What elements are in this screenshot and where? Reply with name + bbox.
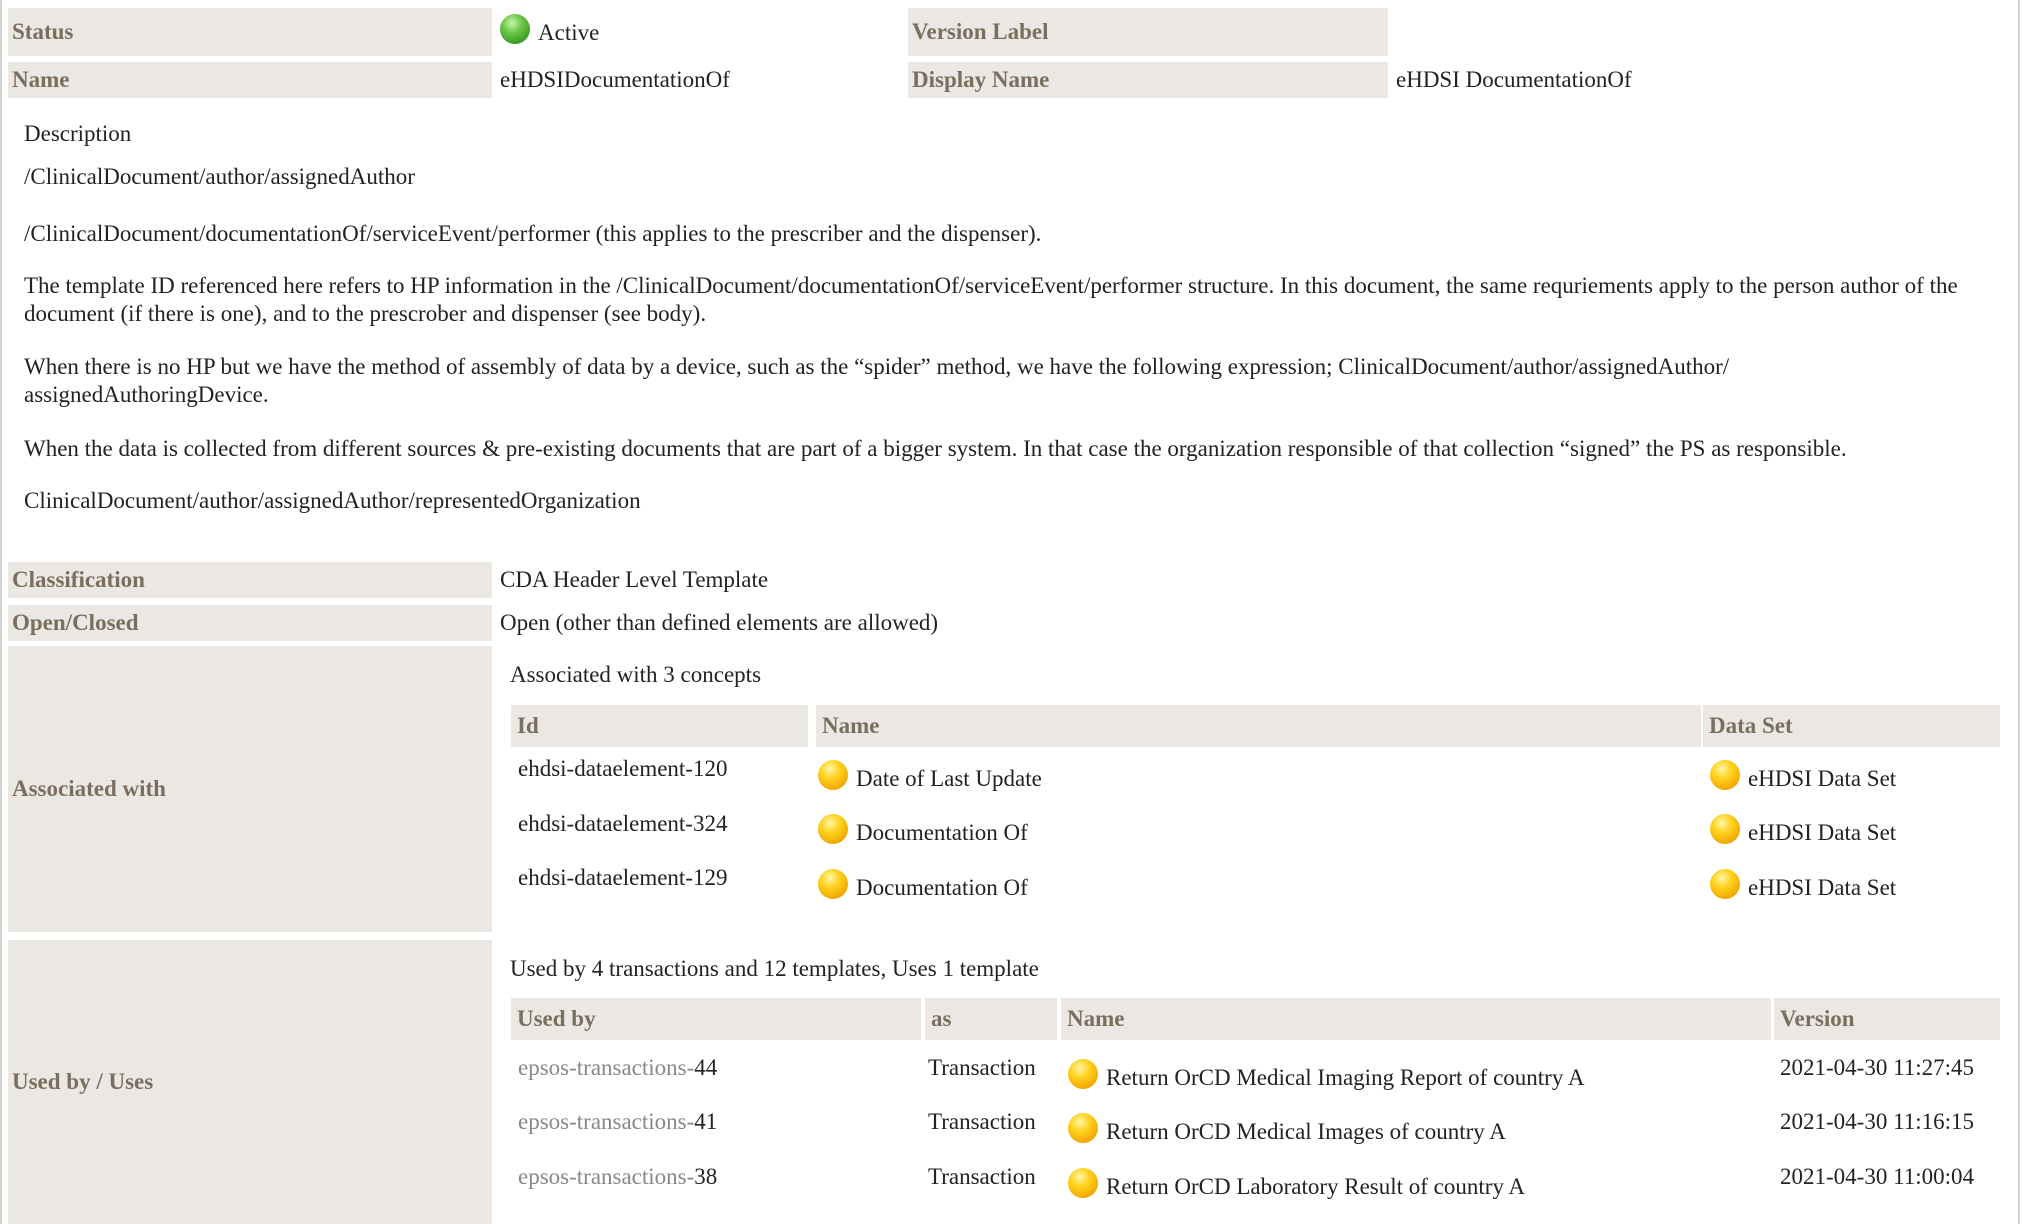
draft-status-icon bbox=[1710, 869, 1740, 899]
used-version: 2021-04-30 11:16:15 bbox=[1780, 1109, 1974, 1134]
name-label: Name bbox=[8, 62, 492, 98]
used-by-link[interactable]: epsos-transactions-41 bbox=[518, 1109, 717, 1135]
description-paragraph-2: /ClinicalDocument/documentationOf/servic… bbox=[24, 221, 1042, 246]
used-name[interactable]: Return OrCD Laboratory Result of country… bbox=[1068, 1168, 1525, 1200]
classification-value: CDA Header Level Template bbox=[500, 567, 769, 592]
used-col-name: Name bbox=[1061, 998, 1771, 1040]
used-col-used-by: Used by bbox=[511, 998, 921, 1040]
status-active-icon bbox=[500, 14, 530, 44]
draft-status-icon bbox=[818, 760, 848, 790]
status-value: Active bbox=[500, 14, 599, 46]
description-title: Description bbox=[24, 121, 132, 146]
assoc-name[interactable]: Documentation Of bbox=[818, 869, 1028, 901]
used-by-link[interactable]: epsos-transactions-38 bbox=[518, 1164, 717, 1190]
description-paragraph-6: ClinicalDocument/author/assignedAuthor/r… bbox=[24, 488, 641, 513]
used-version: 2021-04-30 11:00:04 bbox=[1780, 1164, 1974, 1189]
description-paragraph-4: When there is no HP but we have the meth… bbox=[24, 354, 1730, 407]
used-col-version: Version bbox=[1774, 998, 2000, 1040]
used-col-as: as bbox=[925, 998, 1057, 1040]
draft-status-icon bbox=[1068, 1113, 1098, 1143]
assoc-name[interactable]: Documentation Of bbox=[818, 814, 1028, 846]
draft-status-icon bbox=[1710, 760, 1740, 790]
assoc-col-id: Id bbox=[511, 705, 808, 747]
assoc-col-name: Name bbox=[812, 705, 1701, 747]
used-by-label: Used by / Uses bbox=[8, 940, 492, 1224]
display-name-value: eHDSI DocumentationOf bbox=[1396, 67, 1632, 92]
assoc-dataset[interactable]: eHDSI Data Set bbox=[1710, 814, 1896, 846]
assoc-id: ehdsi-dataelement-129 bbox=[518, 865, 728, 890]
description-paragraph-5: When the data is collected from differen… bbox=[24, 436, 1847, 461]
draft-status-icon bbox=[1068, 1168, 1098, 1198]
version-label: Version Label bbox=[908, 8, 1388, 56]
draft-status-icon bbox=[1710, 814, 1740, 844]
draft-status-icon bbox=[818, 869, 848, 899]
used-name[interactable]: Return OrCD Medical Imaging Report of co… bbox=[1068, 1059, 1584, 1091]
used-by-link[interactable]: epsos-transactions-44 bbox=[518, 1055, 717, 1081]
used-as: Transaction bbox=[928, 1109, 1036, 1134]
open-closed-label: Open/Closed bbox=[8, 605, 492, 641]
description-paragraph-1: /ClinicalDocument/author/assignedAuthor bbox=[24, 164, 415, 189]
assoc-dataset[interactable]: eHDSI Data Set bbox=[1710, 760, 1896, 792]
used-as: Transaction bbox=[928, 1164, 1036, 1189]
associated-summary: Associated with 3 concepts bbox=[510, 662, 762, 687]
assoc-id: ehdsi-dataelement-120 bbox=[518, 756, 728, 781]
used-as: Transaction bbox=[928, 1055, 1036, 1080]
status-label: Status bbox=[8, 8, 492, 56]
classification-label: Classification bbox=[8, 562, 492, 598]
assoc-col-dataset: Data Set bbox=[1703, 705, 2000, 747]
used-by-summary: Used by 4 transactions and 12 templates,… bbox=[510, 956, 1039, 981]
assoc-name[interactable]: Date of Last Update bbox=[818, 760, 1042, 792]
open-closed-value: Open (other than defined elements are al… bbox=[500, 610, 939, 635]
used-version: 2021-04-30 11:27:45 bbox=[1780, 1055, 1974, 1080]
assoc-id: ehdsi-dataelement-324 bbox=[518, 811, 728, 836]
name-value: eHDSIDocumentationOf bbox=[500, 67, 730, 92]
status-text: Active bbox=[538, 20, 600, 45]
associated-label: Associated with bbox=[8, 646, 492, 932]
description-paragraph-3: The template ID referenced here refers t… bbox=[24, 273, 1958, 326]
assoc-dataset[interactable]: eHDSI Data Set bbox=[1710, 869, 1896, 901]
draft-status-icon bbox=[1068, 1059, 1098, 1089]
used-name[interactable]: Return OrCD Medical Images of country A bbox=[1068, 1113, 1506, 1145]
display-name-label: Display Name bbox=[908, 62, 1388, 98]
draft-status-icon bbox=[818, 814, 848, 844]
